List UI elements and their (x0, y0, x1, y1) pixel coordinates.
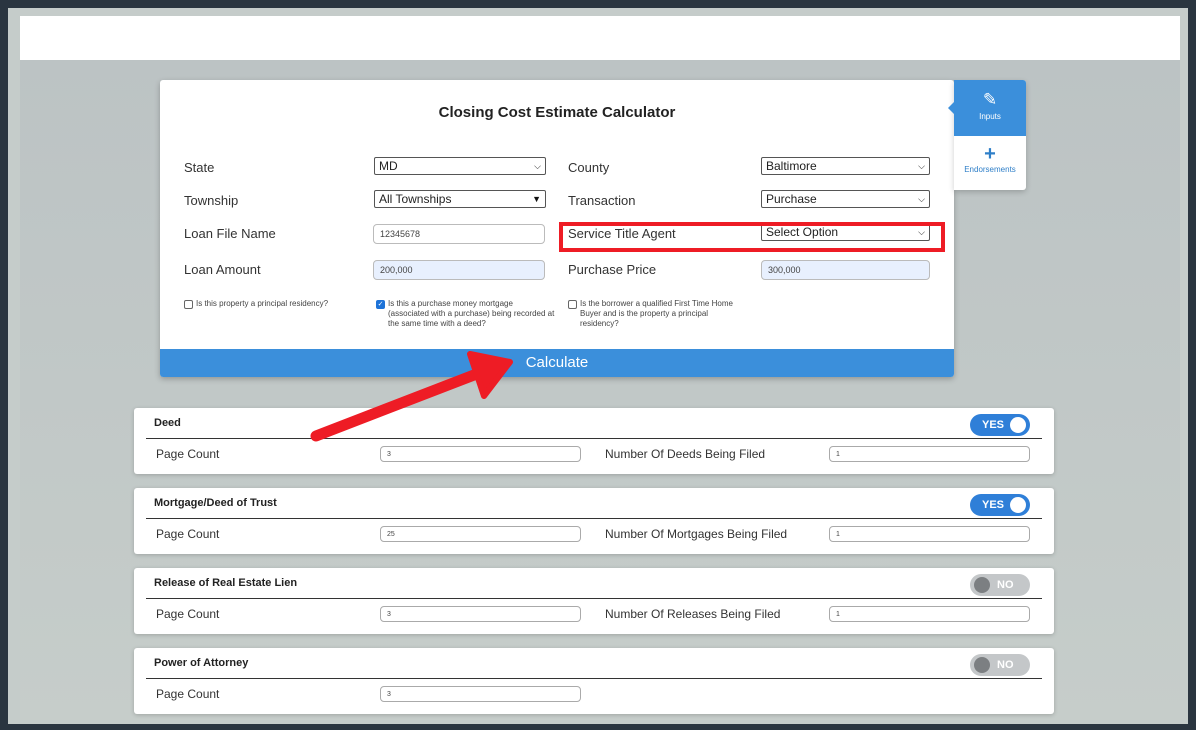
toggle-label: YES (982, 499, 1005, 511)
section-title: Deed (154, 417, 181, 429)
toggle-label: YES (982, 419, 1005, 431)
page-count-input[interactable]: 3 (380, 446, 581, 462)
page-count-input[interactable]: 25 (380, 526, 581, 542)
county-value: Baltimore (766, 159, 817, 173)
page-count-input[interactable]: 3 (380, 686, 581, 702)
releases-count-input[interactable]: 1 (829, 606, 1030, 622)
loan-amount-input[interactable]: 200,000 (373, 260, 545, 280)
edit-icon: ✎ (982, 90, 998, 109)
transaction-label: Transaction (568, 193, 636, 208)
divider (146, 518, 1042, 519)
county-label: County (568, 160, 610, 175)
checkbox-unchecked[interactable] (184, 300, 193, 309)
page-count-label: Page Count (156, 687, 220, 701)
section-title: Power of Attorney (154, 657, 249, 669)
deeds-count-label: Number Of Deeds Being Filed (605, 447, 766, 461)
side-tabs: ✎ Inputs + Endorsements (948, 80, 1026, 190)
deed-toggle[interactable]: YES (970, 414, 1030, 436)
tab-endorsements[interactable]: + Endorsements (954, 140, 1026, 174)
deeds-count-input[interactable]: 1 (829, 446, 1030, 462)
toggle-knob (1010, 497, 1026, 513)
poa-section: Power of Attorney NO Page Count 3 (134, 648, 1054, 714)
loan-file-label: Loan File Name (184, 226, 276, 241)
loan-amount-label: Loan Amount (184, 262, 261, 277)
calculate-button[interactable]: Calculate (160, 349, 954, 377)
section-title: Release of Real Estate Lien (154, 577, 298, 589)
chevron-down-icon: ⌵ (918, 193, 925, 204)
first-time-checkbox[interactable]: Is the borrower a qualified First Time H… (568, 299, 748, 329)
calculator-card: Closing Cost Estimate Calculator State M… (160, 80, 954, 377)
county-select[interactable]: Baltimore ⌵ (761, 157, 930, 175)
section-title: Mortgage/Deed of Trust (154, 497, 277, 509)
page-count-label: Page Count (156, 607, 220, 621)
chevron-down-icon: ⌵ (534, 160, 541, 171)
transaction-select[interactable]: Purchase ⌵ (761, 190, 930, 208)
plus-icon: + (984, 143, 996, 165)
transaction-value: Purchase (766, 192, 817, 206)
first-time-checkbox-label: Is the borrower a qualified First Time H… (580, 299, 733, 328)
purchase-money-checkbox-label: Is this a purchase money mortgage (assoc… (388, 299, 555, 328)
toggle-knob (974, 657, 990, 673)
mortgages-count-input[interactable]: 1 (829, 526, 1030, 542)
mortgages-count-label: Number Of Mortgages Being Filed (605, 527, 788, 541)
divider (146, 438, 1042, 439)
mortgage-toggle[interactable]: YES (970, 494, 1030, 516)
divider (146, 598, 1042, 599)
residency-checkbox-label: Is this property a principal residency? (196, 299, 329, 308)
highlight-box (559, 222, 945, 252)
releases-count-label: Number Of Releases Being Filed (605, 607, 781, 621)
tab-inputs[interactable]: ✎ Inputs (948, 80, 1026, 136)
purchase-price-input[interactable]: 300,000 (761, 260, 930, 280)
loan-file-input[interactable]: 12345678 (373, 224, 545, 244)
township-select[interactable]: All Townships ▼ (374, 190, 546, 208)
chevron-down-icon: ▼ (532, 194, 541, 204)
deed-section: Deed YES Page Count 3 Number Of Deeds Be… (134, 408, 1054, 474)
purchase-money-checkbox[interactable]: ✓ Is this a purchase money mortgage (ass… (376, 299, 556, 329)
release-toggle[interactable]: NO (970, 574, 1030, 596)
page-title: Closing Cost Estimate Calculator (438, 104, 676, 121)
release-section: Release of Real Estate Lien NO Page Coun… (134, 568, 1054, 634)
checkbox-unchecked[interactable] (568, 300, 577, 309)
page-count-label: Page Count (156, 527, 220, 541)
tab-inputs-label: Inputs (979, 112, 1001, 121)
state-label: State (184, 160, 215, 175)
checkmark-icon[interactable]: ✓ (376, 300, 385, 309)
residency-checkbox[interactable]: Is this property a principal residency? (184, 299, 364, 309)
page-count-input[interactable]: 3 (380, 606, 581, 622)
chevron-down-icon: ⌵ (918, 160, 925, 171)
toggle-label: NO (997, 659, 1014, 671)
tab-endorsements-label: Endorsements (964, 165, 1016, 174)
page-count-label: Page Count (156, 447, 220, 461)
township-label: Township (184, 193, 239, 208)
state-value: MD (379, 159, 398, 173)
divider (146, 678, 1042, 679)
top-bar (20, 16, 1180, 60)
mortgage-section: Mortgage/Deed of Trust YES Page Count 25… (134, 488, 1054, 554)
state-select[interactable]: MD ⌵ (374, 157, 546, 175)
toggle-knob (974, 577, 990, 593)
toggle-label: NO (997, 579, 1014, 591)
toggle-knob (1010, 417, 1026, 433)
poa-toggle[interactable]: NO (970, 654, 1030, 676)
purchase-price-label: Purchase Price (568, 262, 657, 277)
township-value: All Townships (379, 192, 452, 206)
